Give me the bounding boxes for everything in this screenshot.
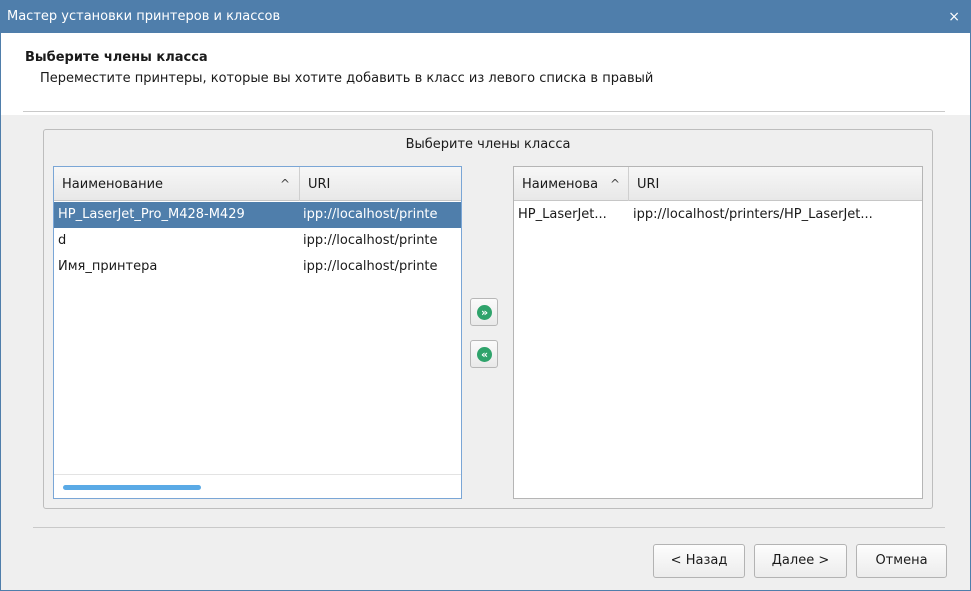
printer-uri: ipp://localhost/printe (303, 233, 438, 248)
double-left-arrow-icon: « (477, 347, 492, 362)
available-printers-list[interactable]: Наименование ^ URI HP_LaserJet_Pro_M428-… (53, 166, 462, 499)
class-members-list[interactable]: Наименова ^ URI HP_LaserJet... ipp://loc… (513, 166, 923, 499)
printer-name: Имя_принтера (58, 259, 158, 274)
column-header-uri[interactable]: URI (629, 167, 922, 201)
header-divider (23, 111, 945, 112)
remove-from-class-button[interactable]: « (470, 340, 498, 368)
class-members-header: Наименова ^ URI (514, 167, 922, 201)
window-title: Мастер установки принтеров и классов (7, 9, 281, 24)
printer-uri: ipp://localhost/printe (303, 259, 438, 274)
double-right-arrow-icon: » (477, 305, 492, 320)
column-header-name[interactable]: Наименование (54, 167, 300, 201)
printer-row[interactable]: HP_LaserJet_Pro_M428-M429 ipp://localhos… (54, 202, 461, 228)
member-uri: ipp://localhost/printers/HP_LaserJet... (633, 207, 873, 222)
member-row[interactable]: HP_LaserJet... ipp://localhost/printers/… (514, 202, 922, 228)
next-button[interactable]: Далее > (754, 544, 847, 578)
back-button[interactable]: < Назад (653, 544, 745, 578)
footer-divider (33, 527, 945, 528)
wizard-header: Выберите члены класса Переместите принте… (1, 33, 970, 115)
horizontal-scrollbar[interactable] (54, 474, 461, 498)
scrollbar-thumb[interactable] (63, 485, 201, 490)
add-to-class-button[interactable]: » (470, 298, 498, 326)
group-title: Выберите члены класса (405, 137, 571, 152)
printer-uri: ipp://localhost/printe (303, 207, 438, 222)
sort-asc-icon[interactable]: ^ (610, 167, 620, 201)
available-printers-header: Наименование ^ URI (54, 167, 461, 201)
column-header-uri[interactable]: URI (300, 167, 461, 201)
printer-name: d (58, 233, 67, 248)
cancel-button[interactable]: Отмена (856, 544, 947, 578)
printer-row[interactable]: Имя_принтера ipp://localhost/printe (54, 254, 461, 280)
printer-name: HP_LaserJet_Pro_M428-M429 (58, 207, 245, 222)
page-title: Выберите члены класса (25, 50, 208, 65)
wizard-window: Мастер установки принтеров и классов × В… (0, 0, 971, 591)
printer-row[interactable]: d ipp://localhost/printe (54, 228, 461, 254)
sort-asc-icon[interactable]: ^ (280, 167, 290, 201)
title-bar[interactable]: Мастер установки принтеров и классов × (1, 1, 970, 33)
page-subtitle: Переместите принтеры, которые вы хотите … (40, 71, 654, 86)
close-icon[interactable]: × (948, 1, 960, 33)
member-name: HP_LaserJet... (518, 207, 607, 222)
